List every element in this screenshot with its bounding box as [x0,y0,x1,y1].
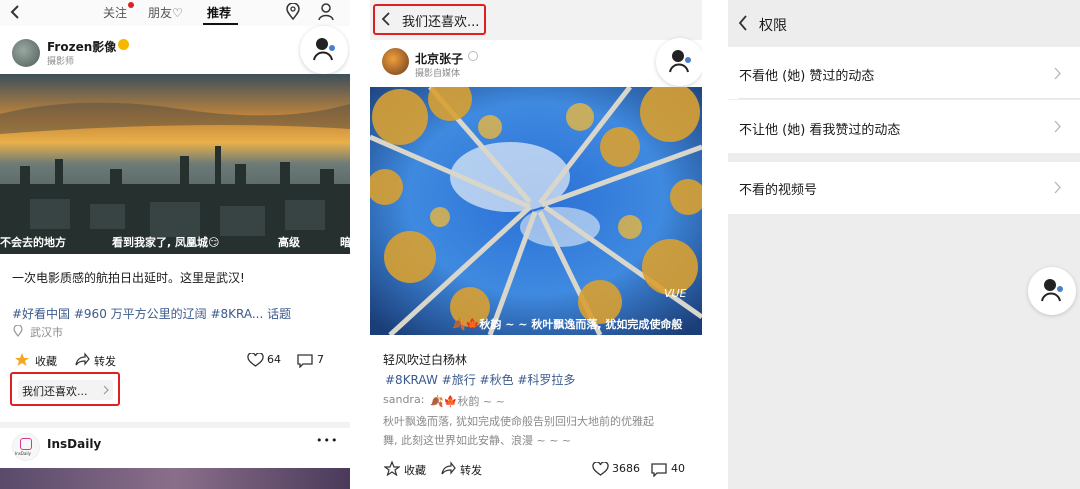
row-divider [739,98,1080,99]
insdaily-avatar[interactable]: InsDaily [12,433,40,461]
share-button[interactable]: 转发 [94,353,116,369]
back-icon[interactable] [381,12,391,26]
star-outline-icon[interactable] [384,461,400,476]
highlight-box: 我们还喜欢... [10,372,120,406]
comment-user[interactable]: sandra: [383,393,424,406]
next-post-card: InsDaily InsDaily ••• [0,428,350,489]
like-count: 64 [267,353,281,366]
share-icon[interactable] [440,461,456,476]
settings-row-label: 不看的视频号 [739,183,818,198]
more-options-icon[interactable]: ••• [316,434,338,447]
we-also-like-chip[interactable]: 我们还喜欢... [18,380,113,400]
active-tab-indicator [203,23,238,25]
next-author-name[interactable]: InsDaily [47,437,101,451]
comment-icon[interactable] [297,354,313,368]
top-nav: 关注 朋友♡ 推荐 [0,0,350,26]
back-icon[interactable] [738,15,748,31]
permissions-header: 权限 [728,0,1080,46]
insdaily-avatar-text: InsDaily [15,451,31,456]
verified-badge-icon [468,51,478,61]
chevron-right-icon [1054,181,1061,194]
person-sketch-icon [313,38,335,61]
heart-icon[interactable] [592,462,609,476]
permissions-panel: 权限 不看他 (她) 赞过的动态 不让他 (她) 看我赞过的动态 不看的视频号 [728,0,1080,489]
comment-count: 40 [671,462,685,475]
settings-row-hide-liked[interactable]: 不看他 (她) 赞过的动态 [728,47,1080,99]
notification-dot [128,2,134,8]
tab-friends[interactable]: 朋友♡ [148,4,183,21]
feed-panel: 关注 朋友♡ 推荐 Frozen影像 摄影师 不会去的地方 看到我家了, 凤凰城… [0,0,350,489]
floating-avatar-button[interactable] [300,26,348,74]
author-avatar[interactable] [382,48,409,75]
post-card: Frozen影像 摄影师 不会去的地方 看到我家了, 凤凰城😏 高级 暗 一次电… [0,26,350,422]
post-location[interactable]: 武汉市 [30,324,63,340]
share-icon[interactable] [74,352,90,367]
share-button[interactable]: 转发 [460,462,482,478]
location-pin-icon [13,325,23,337]
post-photo[interactable]: VUE 🍂🍁秋韵 ~ ~ 秋叶飘逸而落, 犹如完成使命般 [370,87,702,335]
next-post-image[interactable] [0,468,350,489]
post-hashtags[interactable]: #好看中国 #960 万平方公里的辽阔 #8KRA... 话题 [12,305,291,322]
like-count: 3686 [612,462,640,475]
city-sunrise-image [0,74,350,254]
author-subtitle: 摄影师 [47,57,75,67]
author-name[interactable]: Frozen影像 [47,38,116,55]
overlay-caption: 🍂🍁秋韵 ~ ~ 秋叶飘逸而落, 犹如完成使命般 [452,318,683,331]
comment-count: 7 [317,353,324,366]
person-sketch-icon [669,50,691,73]
we-also-like-label: 我们还喜欢... [22,385,88,398]
back-icon[interactable] [9,4,21,20]
video-subtitle-2: 看到我家了, 凤凰城😏 [112,236,220,249]
chevron-right-icon [103,385,109,395]
settings-row-label: 不看他 (她) 赞过的动态 [739,69,875,84]
camera-logo-icon [20,438,32,450]
star-icon[interactable] [14,352,30,367]
settings-row-block-view-liked[interactable]: 不让他 (她) 看我赞过的动态 [728,100,1080,153]
post-title: 轻风吹过白杨林 [383,353,468,367]
tab-recommended[interactable]: 推荐 [207,4,231,21]
chevron-right-icon [1054,67,1061,80]
header-highlight-box: 我们还喜欢... [373,4,486,35]
location-icon[interactable] [285,3,301,21]
vue-watermark: VUE [664,287,687,300]
permissions-title: 权限 [759,18,787,34]
video-subtitle-3: 高级 [278,236,300,249]
verified-badge-icon [118,39,129,50]
person-sketch-icon [1041,279,1063,302]
comment-icon[interactable] [651,463,667,477]
author-avatar[interactable] [12,39,40,67]
chevron-right-icon [1054,120,1061,133]
settings-row-label: 不让他 (她) 看我赞过的动态 [739,123,901,138]
we-also-like-panel: 我们还喜欢... 北京张子 摄影自媒体 VUE 🍂🍁秋韵 ~ ~ 秋叶飘逸而落,… [370,0,702,489]
comment-text: 🍂🍁秋韵 ~ ~ [430,395,505,408]
post-photo[interactable]: 不会去的地方 看到我家了, 凤凰城😏 高级 暗 [0,74,350,254]
heart-icon[interactable] [247,353,264,367]
post-desc-line1: 秋叶飘逸而落, 犹如完成使命般告别回归大地前的优雅起 [383,415,654,428]
post-caption: 一次电影质感的航拍日出延时。这里是武汉! [12,271,245,285]
floating-avatar-button[interactable] [656,38,702,86]
tab-following[interactable]: 关注 [103,4,127,21]
aspen-forest-image [370,87,702,335]
author-name[interactable]: 北京张子 [415,50,463,67]
favorite-button[interactable]: 收藏 [404,462,426,478]
video-subtitle-1: 不会去的地方 [0,236,66,249]
settings-row-hidden-channels[interactable]: 不看的视频号 [728,162,1080,214]
post-desc-line2: 舞, 此刻这世界如此安静、浪漫 ~ ~ ~ [383,434,572,447]
author-subtitle: 摄影自媒体 [415,69,461,79]
post-hashtags[interactable]: #8KRAW #旅行 #秋色 #科罗拉多 [385,371,575,388]
panel2-header-title: 我们还喜欢... [402,15,480,30]
floating-avatar-button[interactable] [1028,267,1076,315]
video-subtitle-4: 暗 [340,236,350,249]
profile-icon[interactable] [318,3,334,21]
favorite-button[interactable]: 收藏 [35,353,57,369]
